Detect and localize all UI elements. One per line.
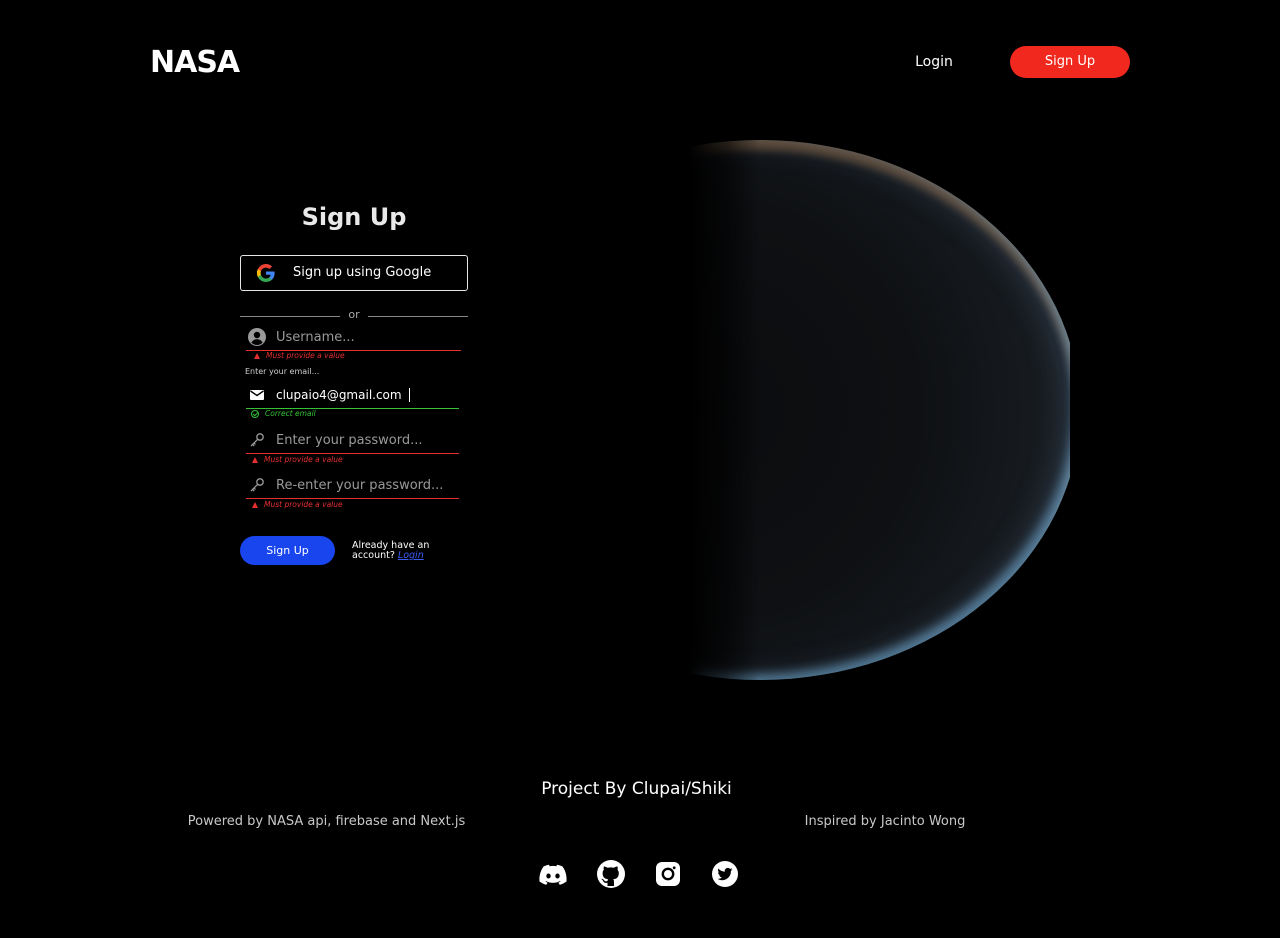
password-input[interactable]	[276, 430, 456, 450]
username-field	[246, 325, 461, 351]
username-error: Must provide a value	[254, 351, 345, 361]
warning-icon	[252, 502, 258, 508]
confirm-password-field	[246, 473, 459, 499]
already-have-account: Already have an account? Login	[352, 541, 472, 561]
or-divider: or	[240, 308, 468, 324]
password-error: Must provide a value	[252, 455, 343, 465]
email-label: Enter your email...	[245, 367, 320, 376]
nasa-logo[interactable]: NASA	[150, 45, 242, 80]
header-signup-button[interactable]: Sign Up	[1010, 46, 1130, 78]
text-cursor	[409, 388, 410, 402]
user-icon	[248, 328, 266, 346]
login-link[interactable]: Login	[398, 550, 424, 561]
planet-illustration	[650, 120, 1070, 700]
twitter-icon[interactable]	[710, 859, 740, 889]
username-input[interactable]	[276, 327, 456, 347]
email-field	[246, 383, 459, 409]
powered-by: Powered by NASA api, firebase and Next.j…	[187, 814, 466, 829]
google-signup-button[interactable]: Sign up using Google	[240, 255, 468, 291]
confirm-password-input[interactable]	[276, 475, 456, 495]
discord-icon[interactable]	[538, 859, 568, 889]
email-success: Correct email	[251, 409, 316, 419]
inspired-by: Inspired by Jacinto Wong	[804, 814, 966, 829]
project-credit: Project By Clupai/Shiki	[541, 779, 732, 799]
google-signup-label: Sign up using Google	[293, 265, 432, 280]
logo-text: NASA	[150, 46, 240, 76]
check-circle-icon	[251, 410, 259, 418]
key-icon	[250, 478, 264, 492]
header-login-link[interactable]: Login	[900, 51, 968, 73]
or-label: or	[348, 308, 360, 321]
password-field	[246, 428, 459, 454]
mail-icon	[250, 390, 264, 400]
google-icon	[257, 264, 275, 282]
key-icon	[250, 433, 264, 447]
instagram-icon[interactable]	[653, 859, 683, 889]
confirm-password-error: Must provide a value	[252, 500, 343, 510]
warning-icon	[254, 353, 260, 359]
email-input[interactable]	[276, 385, 456, 405]
form-title: Sign Up	[301, 203, 407, 231]
github-icon[interactable]	[596, 859, 626, 889]
warning-icon	[252, 457, 258, 463]
signup-submit-button[interactable]: Sign Up	[240, 536, 335, 565]
